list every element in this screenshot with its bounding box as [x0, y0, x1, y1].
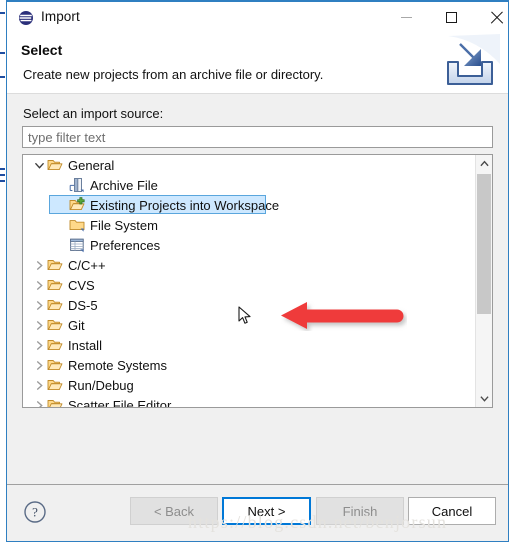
folder-import-icon: [69, 197, 85, 213]
scrollbar-thumb[interactable]: [477, 174, 491, 314]
filter-input-placeholder: type filter text: [28, 130, 106, 145]
dialog-body: Select an import source: type filter tex…: [7, 94, 508, 446]
chevron-right-icon[interactable]: [31, 357, 47, 373]
maximize-button[interactable]: [429, 2, 474, 33]
tree-item-label: Existing Projects into Workspace: [90, 197, 280, 213]
svg-text:?: ?: [32, 505, 38, 520]
tree-item[interactable]: Archive File: [23, 175, 476, 195]
chevron-right-icon[interactable]: [31, 317, 47, 333]
tree-item[interactable]: Existing Projects into Workspace: [23, 195, 476, 215]
dialog-footer: ? < Back Next > Finish Cancel: [7, 484, 508, 541]
tree-item[interactable]: CVS: [23, 275, 476, 295]
import-source-tree[interactable]: General Archive File Existing Projects int…: [22, 154, 493, 408]
tree-item[interactable]: General: [23, 155, 476, 175]
maximize-icon: [446, 12, 457, 23]
title-bar: Import: [7, 0, 508, 33]
folder-open-icon: [47, 317, 63, 333]
page-description: Create new projects from an archive file…: [23, 67, 324, 82]
filter-input[interactable]: type filter text: [22, 126, 493, 148]
folder-open-icon: [47, 157, 63, 173]
chevron-right-icon[interactable]: [31, 277, 47, 293]
folder-open-icon: [47, 377, 63, 393]
tree-item-label: Git: [68, 317, 85, 333]
minimize-button[interactable]: [384, 2, 429, 33]
folder-open-icon: [47, 297, 63, 313]
import-source-label: Select an import source:: [23, 106, 164, 121]
tree-item-label: File System: [90, 217, 158, 233]
chevron-right-icon[interactable]: [31, 377, 47, 393]
next-button[interactable]: Next >: [222, 497, 311, 525]
folder-open-icon: [47, 337, 63, 353]
chevron-right-icon[interactable]: [31, 397, 47, 407]
back-button-label: < Back: [153, 503, 195, 519]
tree-item-label: Scatter File Editor: [68, 397, 172, 408]
next-button-label: Next >: [247, 503, 286, 519]
tree-item-label: C/C++: [68, 257, 106, 273]
cancel-button-label: Cancel: [431, 503, 473, 519]
folder-closed-icon: [69, 217, 85, 233]
tree-list[interactable]: General Archive File Existing Projects int…: [23, 155, 476, 407]
minimize-icon: [401, 17, 412, 18]
tree-item[interactable]: Remote Systems: [23, 355, 476, 375]
mouse-pointer-icon: [238, 306, 252, 326]
tree-item-label: Install: [68, 337, 102, 353]
window-title: Import: [41, 9, 80, 24]
tree-item-label: General: [68, 157, 115, 173]
close-icon: [490, 11, 503, 24]
close-button[interactable]: [474, 2, 508, 33]
cancel-button[interactable]: Cancel: [408, 497, 496, 525]
tree-item[interactable]: Run/Debug: [23, 375, 476, 395]
archive-file-icon: [69, 177, 85, 193]
folder-open-icon: [47, 357, 63, 373]
help-icon[interactable]: ?: [23, 500, 47, 524]
tree-item[interactable]: File System: [23, 215, 476, 235]
tree-vertical-scrollbar[interactable]: [475, 155, 492, 407]
folder-open-icon: [47, 397, 63, 407]
tree-item[interactable]: C/C++: [23, 255, 476, 275]
tree-item-label: Preferences: [90, 237, 161, 253]
folder-open-icon: [47, 257, 63, 273]
tree-item-label: Remote Systems: [68, 357, 167, 373]
scroll-down-icon[interactable]: [476, 390, 492, 407]
folder-open-icon: [47, 277, 63, 293]
eclipse-icon: [18, 10, 34, 26]
tree-item-label: Run/Debug: [68, 377, 134, 393]
tree-item[interactable]: Install: [23, 335, 476, 355]
preferences-icon: [69, 237, 85, 253]
page-title: Select: [21, 42, 63, 58]
chevron-right-icon[interactable]: [31, 297, 47, 313]
scroll-up-icon[interactable]: [476, 155, 492, 172]
chevron-down-icon[interactable]: [31, 157, 47, 173]
tree-item-label: DS-5: [68, 297, 98, 313]
import-dialog: Import Select Create new projects from a…: [6, 0, 509, 542]
tree-item[interactable]: Preferences: [23, 235, 476, 255]
chevron-right-icon[interactable]: [31, 337, 47, 353]
back-button[interactable]: < Back: [130, 497, 218, 525]
tree-item-label: CVS: [68, 277, 95, 293]
import-wizard-icon: [438, 34, 500, 92]
finish-button-label: Finish: [342, 503, 378, 519]
finish-button[interactable]: Finish: [316, 497, 404, 525]
chevron-right-icon[interactable]: [31, 257, 47, 273]
tree-item-label: Archive File: [90, 177, 158, 193]
wizard-header: Select Create new projects from an archi…: [7, 33, 508, 94]
tree-item[interactable]: Scatter File Editor: [23, 395, 476, 407]
